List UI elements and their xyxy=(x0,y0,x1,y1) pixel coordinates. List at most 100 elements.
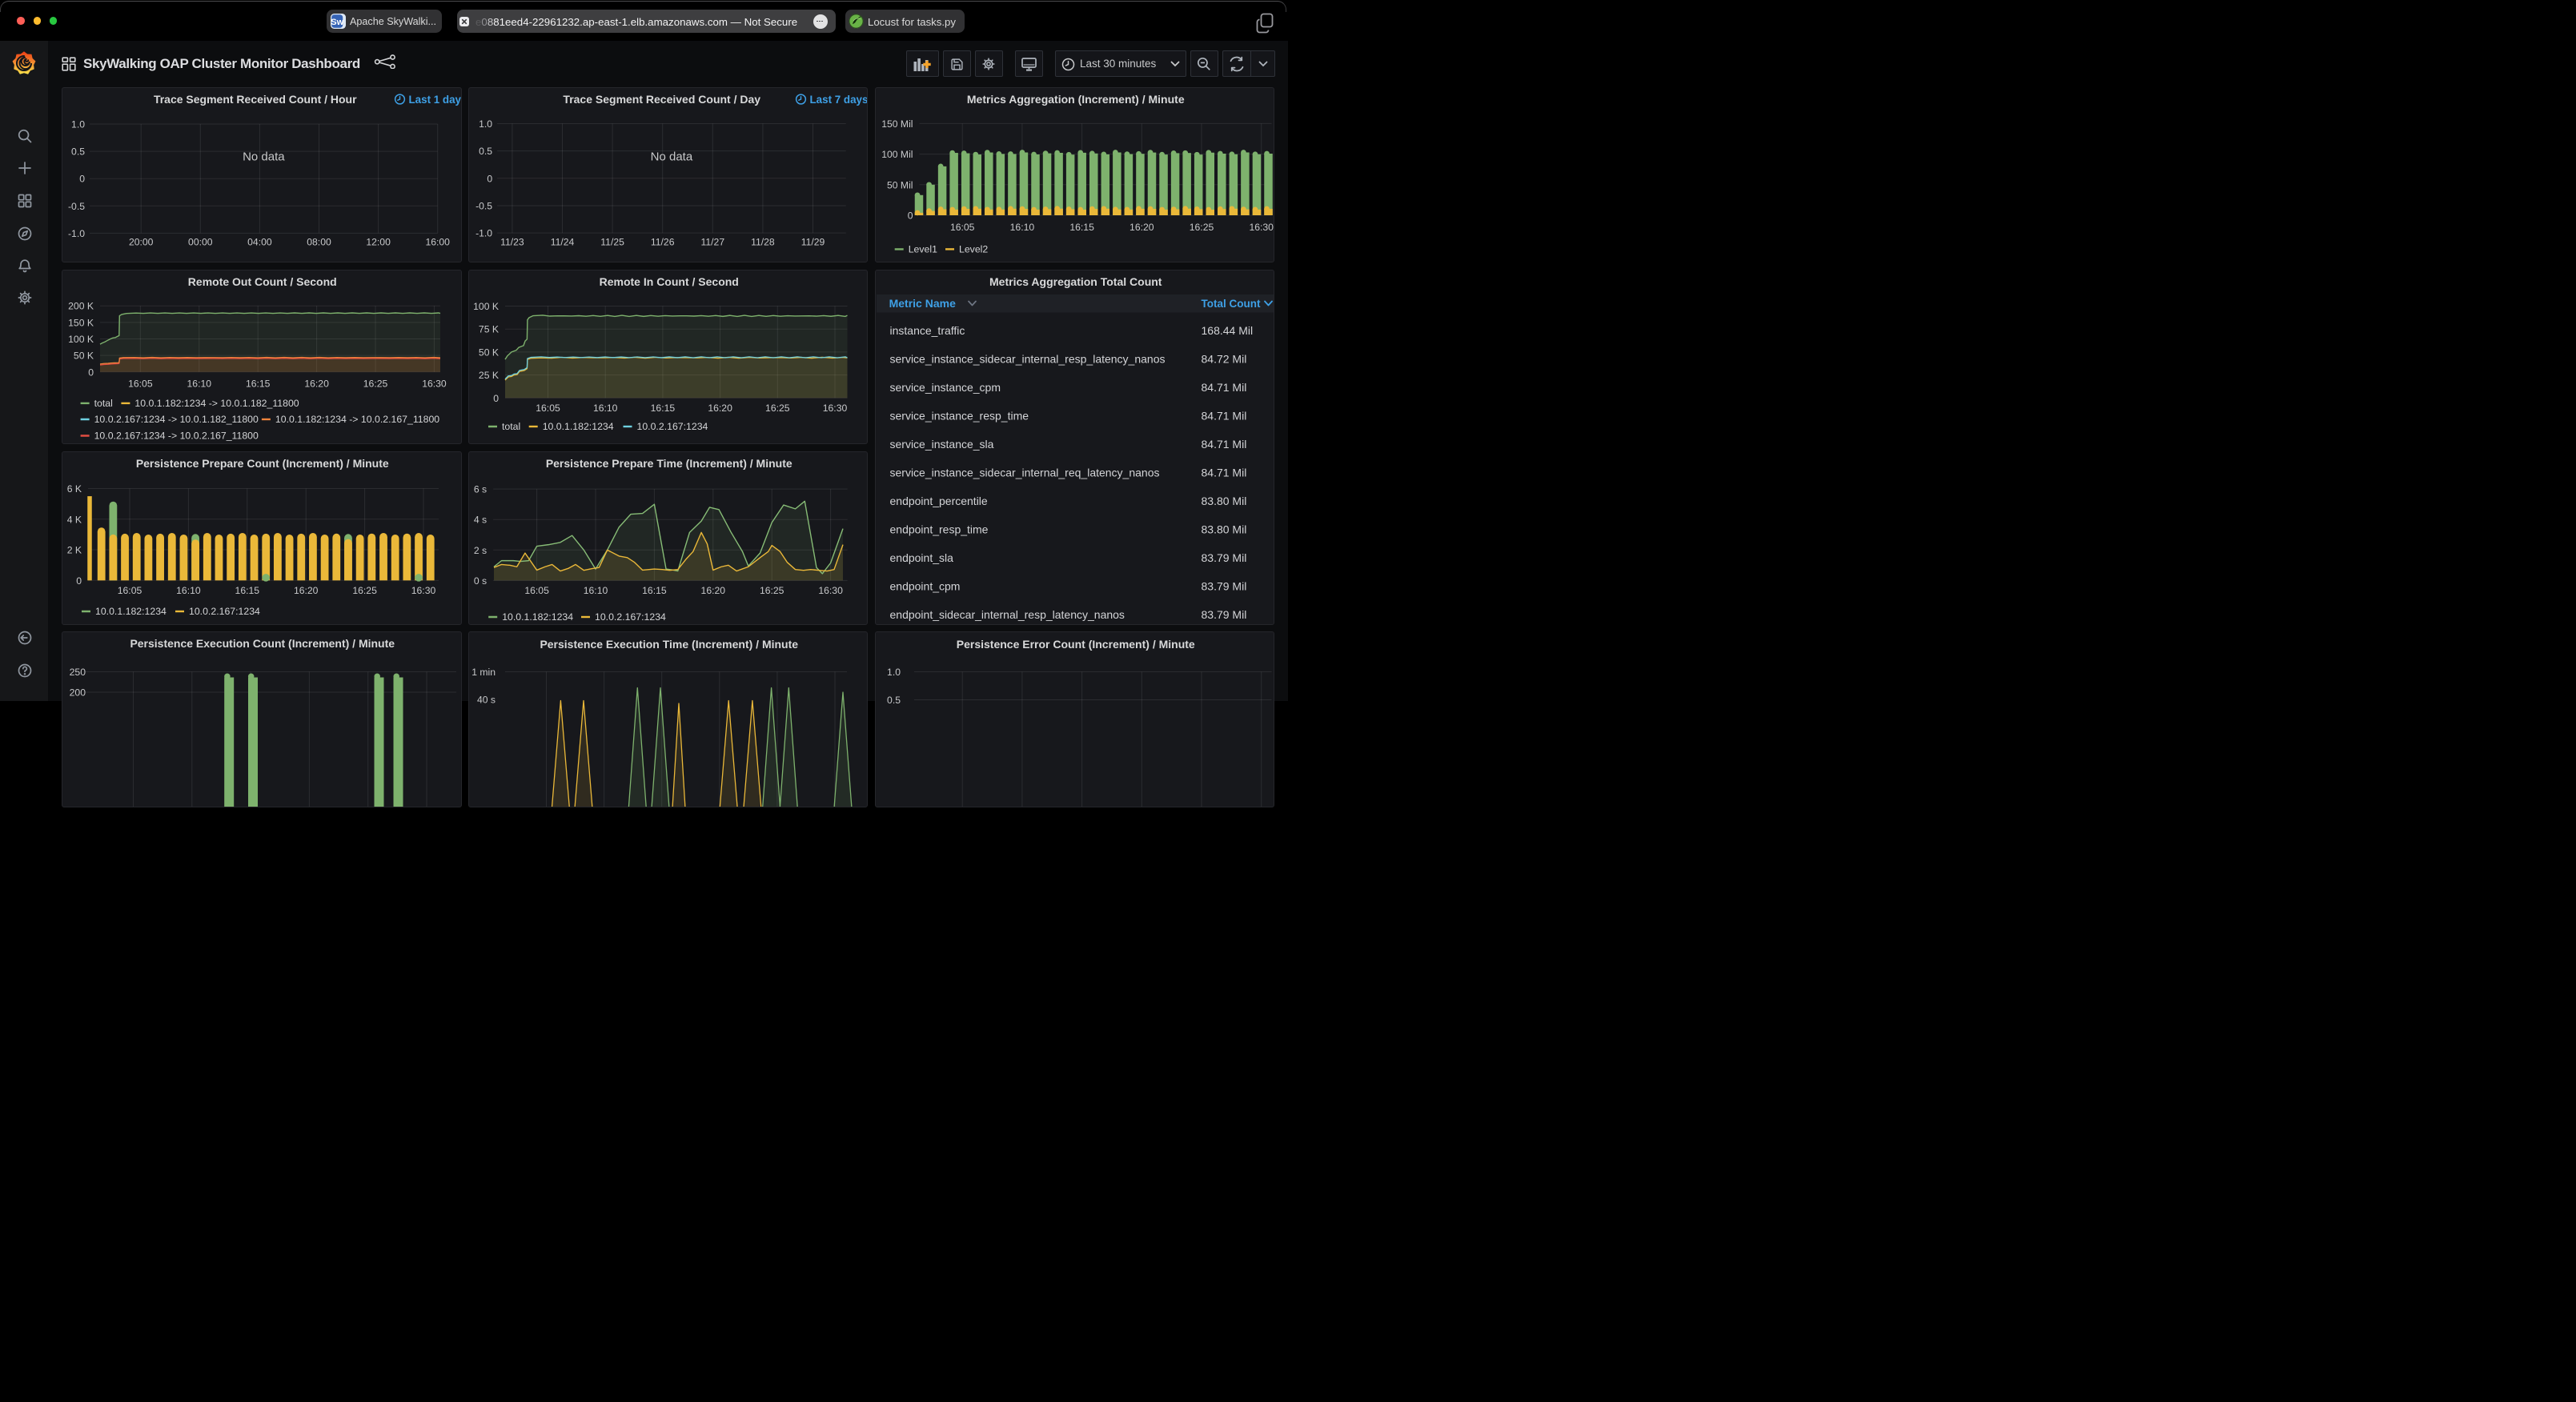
svg-text:0: 0 xyxy=(487,173,492,184)
svg-text:84.71 Mil: 84.71 Mil xyxy=(1201,381,1246,394)
svg-text:16:20: 16:20 xyxy=(304,378,329,389)
svg-text:40 s: 40 s xyxy=(476,695,495,706)
svg-text:16:00: 16:00 xyxy=(425,237,450,248)
svg-text:200 K: 200 K xyxy=(68,301,94,312)
svg-text:Level2: Level2 xyxy=(959,244,988,255)
svg-text:endpoint_cpm: endpoint_cpm xyxy=(889,580,960,593)
svg-text:11/24: 11/24 xyxy=(550,237,574,248)
svg-text:10.0.2.167:1234: 10.0.2.167:1234 xyxy=(595,611,666,623)
svg-text:16:25: 16:25 xyxy=(765,403,790,414)
svg-text:service_instance_sidecar_inter: service_instance_sidecar_internal_req_la… xyxy=(889,467,1159,479)
svg-text:16:10: 16:10 xyxy=(176,585,201,596)
svg-text:Metric Name: Metric Name xyxy=(889,297,955,310)
svg-text:No data: No data xyxy=(650,150,692,164)
svg-text:1 min: 1 min xyxy=(471,667,496,678)
svg-text:service_instance_resp_time: service_instance_resp_time xyxy=(889,410,1029,423)
svg-text:0.5: 0.5 xyxy=(71,146,85,158)
svg-text:83.79 Mil: 83.79 Mil xyxy=(1201,608,1246,621)
svg-text:Persistence Execution Count (I: Persistence Execution Count (Increment) … xyxy=(130,637,395,650)
svg-text:16:25: 16:25 xyxy=(759,585,784,596)
svg-text:16:30: 16:30 xyxy=(1249,222,1274,233)
svg-text:Trace Segment Received Count /: Trace Segment Received Count / Day xyxy=(563,93,760,106)
svg-text:0: 0 xyxy=(79,174,85,185)
svg-text:10.0.1.182:1234: 10.0.1.182:1234 xyxy=(95,606,167,617)
svg-text:endpoint_sla: endpoint_sla xyxy=(889,551,953,564)
svg-text:0: 0 xyxy=(907,210,913,222)
svg-text:16:20: 16:20 xyxy=(708,403,732,414)
svg-text:75 K: 75 K xyxy=(478,324,498,335)
svg-text:16:15: 16:15 xyxy=(246,378,271,389)
svg-text:83.79 Mil: 83.79 Mil xyxy=(1201,551,1246,564)
svg-text:16:10: 16:10 xyxy=(187,378,212,389)
svg-text:-1.0: -1.0 xyxy=(475,228,492,239)
svg-text:10.0.2.167:1234 -> 10.0.1.182_: 10.0.2.167:1234 -> 10.0.1.182_11800 xyxy=(94,414,259,425)
svg-text:0.5: 0.5 xyxy=(479,146,492,157)
svg-text:No data: No data xyxy=(243,150,285,164)
svg-text:service_instance_cpm: service_instance_cpm xyxy=(889,381,1001,394)
svg-text:16:15: 16:15 xyxy=(1069,222,1094,233)
svg-text:16:30: 16:30 xyxy=(422,378,447,389)
svg-text:20:00: 20:00 xyxy=(129,237,154,248)
svg-text:250: 250 xyxy=(70,667,86,678)
svg-text:16:30: 16:30 xyxy=(818,585,843,596)
svg-text:Sw: Sw xyxy=(331,18,343,27)
svg-text:84.71 Mil: 84.71 Mil xyxy=(1201,438,1246,451)
svg-text:16:05: 16:05 xyxy=(128,378,153,389)
svg-text:83.80 Mil: 83.80 Mil xyxy=(1201,523,1246,536)
svg-text:16:15: 16:15 xyxy=(642,585,667,596)
svg-text:1.0: 1.0 xyxy=(887,667,901,678)
svg-text:168.44 Mil: 168.44 Mil xyxy=(1201,324,1253,337)
svg-text:1.0: 1.0 xyxy=(71,119,85,130)
svg-text:84.72 Mil: 84.72 Mil xyxy=(1201,353,1246,366)
svg-text:-0.5: -0.5 xyxy=(68,201,85,212)
svg-text:Persistence Prepare Time (Incr: Persistence Prepare Time (Increment) / M… xyxy=(545,457,792,470)
svg-text:1.0: 1.0 xyxy=(479,118,492,130)
svg-text:25 K: 25 K xyxy=(478,370,498,381)
svg-text:200: 200 xyxy=(70,687,86,699)
svg-text:4 s: 4 s xyxy=(473,515,486,526)
svg-text:08:00: 08:00 xyxy=(307,237,331,248)
svg-text:2 K: 2 K xyxy=(67,545,82,556)
svg-text:10.0.2.167:1234: 10.0.2.167:1234 xyxy=(189,606,260,617)
svg-text:83.79 Mil: 83.79 Mil xyxy=(1201,580,1246,593)
svg-text:Last 7 days: Last 7 days xyxy=(809,94,868,106)
svg-text:instance_traffic: instance_traffic xyxy=(889,324,965,337)
svg-text:Metrics Aggregation (Increment: Metrics Aggregation (Increment) / Minute xyxy=(966,93,1184,106)
svg-text:50 K: 50 K xyxy=(478,346,498,358)
svg-text:0 s: 0 s xyxy=(473,575,486,587)
svg-text:endpoint_percentile: endpoint_percentile xyxy=(889,495,987,507)
svg-text:-0.5: -0.5 xyxy=(475,200,492,211)
svg-text:16:10: 16:10 xyxy=(583,585,608,596)
svg-text:Persistence Execution Time (In: Persistence Execution Time (Increment) /… xyxy=(540,638,798,651)
svg-text:100 K: 100 K xyxy=(68,334,94,345)
svg-text:Trace Segment Received Count /: Trace Segment Received Count / Hour xyxy=(154,93,357,106)
svg-text:Total Count: Total Count xyxy=(1201,298,1260,310)
svg-text:11/25: 11/25 xyxy=(600,237,624,248)
svg-text:150 Mil: 150 Mil xyxy=(881,118,913,130)
svg-text:10.0.2.167:1234: 10.0.2.167:1234 xyxy=(636,421,708,432)
svg-text:4 K: 4 K xyxy=(67,514,82,525)
svg-text:16:25: 16:25 xyxy=(363,378,388,389)
svg-text:0: 0 xyxy=(493,393,499,404)
svg-text:0: 0 xyxy=(88,367,94,378)
svg-text:Persistence Prepare Count (Inc: Persistence Prepare Count (Increment) / … xyxy=(136,457,389,470)
svg-text:150 K: 150 K xyxy=(68,317,94,328)
svg-text:10.0.2.167:1234 -> 10.0.2.167_: 10.0.2.167:1234 -> 10.0.2.167_11800 xyxy=(94,431,259,442)
svg-text:service_instance_sidecar_inter: service_instance_sidecar_internal_resp_l… xyxy=(889,353,1165,366)
svg-text:12:00: 12:00 xyxy=(366,237,391,248)
svg-text:Remote Out Count / Second: Remote Out Count / Second xyxy=(188,275,337,288)
svg-text:16:20: 16:20 xyxy=(700,585,725,596)
svg-text:Level1: Level1 xyxy=(908,244,937,255)
svg-text:6 K: 6 K xyxy=(67,483,82,495)
svg-text:Remote In Count / Second: Remote In Count / Second xyxy=(599,275,738,288)
svg-text:-1.0: -1.0 xyxy=(68,228,85,239)
svg-text:16:15: 16:15 xyxy=(235,585,260,596)
svg-text:6 s: 6 s xyxy=(473,484,486,495)
svg-text:Last 1 day: Last 1 day xyxy=(409,94,462,106)
svg-text:00:00: 00:00 xyxy=(188,237,213,248)
svg-text:10.0.1.182:1234: 10.0.1.182:1234 xyxy=(502,611,573,623)
svg-text:11/28: 11/28 xyxy=(751,237,775,248)
svg-text:50 K: 50 K xyxy=(74,350,94,362)
svg-text:84.71 Mil: 84.71 Mil xyxy=(1201,410,1246,423)
svg-text:endpoint_sidecar_internal_resp: endpoint_sidecar_internal_resp_latency_n… xyxy=(889,608,1124,621)
